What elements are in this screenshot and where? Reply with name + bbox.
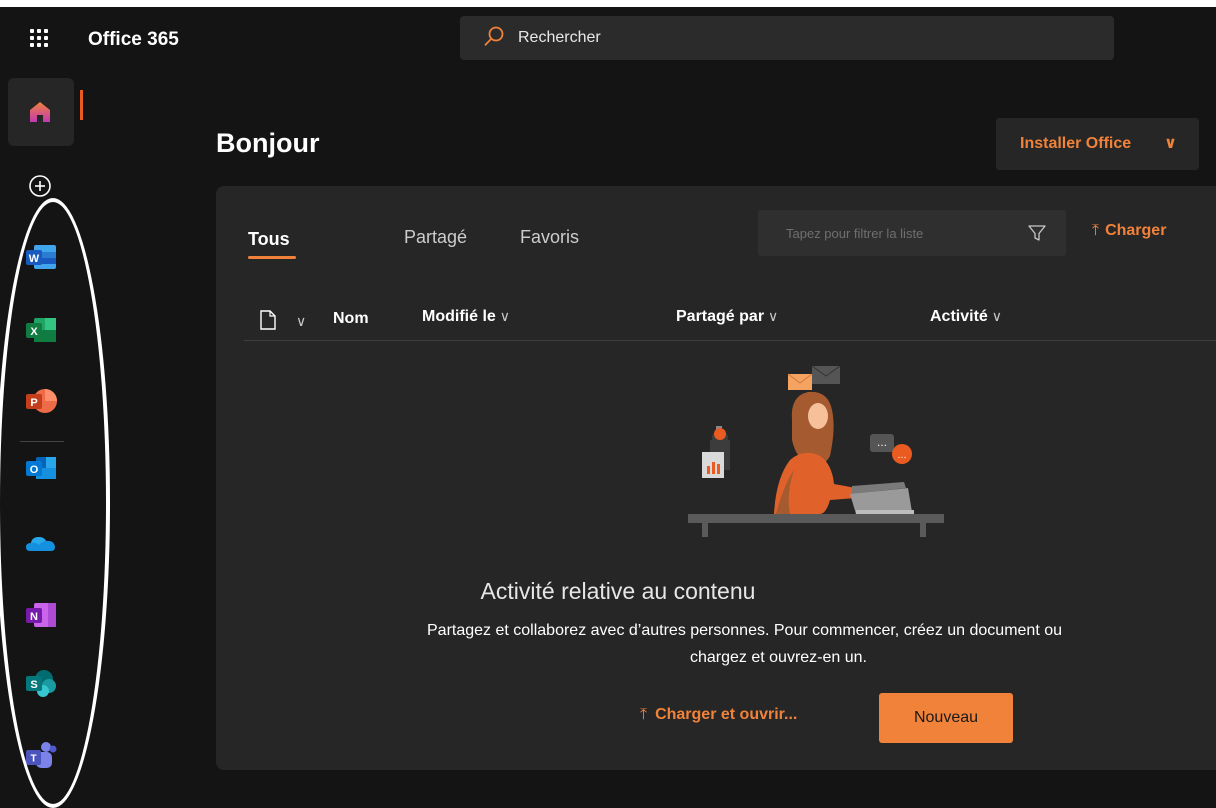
add-circle-icon[interactable] (28, 174, 52, 198)
upload-and-open-button[interactable]: ⤒ Charger et ouvrir... (640, 706, 797, 724)
filter-input[interactable]: Tapez pour filtrer la liste (758, 210, 1066, 256)
upload-and-open-label: Charger et ouvrir... (655, 706, 798, 723)
svg-text:P: P (30, 397, 37, 409)
onedrive-icon[interactable] (24, 529, 58, 559)
column-activity[interactable]: Activité ∨ (930, 308, 1002, 326)
outlook-icon[interactable]: O (24, 453, 58, 483)
svg-text:…: … (898, 451, 907, 461)
svg-text:N: N (30, 611, 38, 623)
header-divider (244, 340, 1216, 341)
upload-icon: ⤒ (1092, 222, 1100, 239)
search-icon (484, 26, 504, 46)
sharepoint-icon[interactable]: S (24, 668, 58, 698)
empty-state-text-line2: chargez et ouvrez-en un. (690, 649, 867, 666)
svg-text:S: S (30, 679, 37, 691)
search-placeholder: Rechercher (518, 29, 601, 46)
filter-icon[interactable] (1028, 224, 1046, 242)
empty-state-illustration: … … (688, 365, 944, 537)
rail-item-home[interactable] (8, 78, 74, 146)
chevron-down-icon[interactable]: ∨ (296, 313, 306, 330)
rail-divider (20, 441, 64, 442)
svg-text:T: T (30, 754, 36, 765)
column-activity-label: Activité (930, 308, 988, 325)
search-box[interactable]: Rechercher (460, 16, 1114, 60)
page-title: Bonjour (216, 128, 320, 158)
column-modified-label: Modifié le (422, 308, 496, 325)
top-border (0, 0, 1216, 7)
filter-placeholder: Tapez pour filtrer la liste (786, 226, 924, 241)
home-icon (30, 102, 50, 122)
upload-label: Charger (1105, 222, 1167, 239)
left-app-rail: W X P O N S T (0, 70, 80, 783)
chevron-down-icon: ∨ (499, 308, 511, 324)
column-name-label: Nom (333, 310, 369, 327)
empty-state-title-text: Activité relative au contenu (480, 578, 756, 604)
column-shared-by[interactable]: Partagé par ∨ (676, 308, 778, 326)
header-bar: Office 365 Rechercher (0, 7, 1216, 70)
excel-icon[interactable]: X (24, 315, 58, 345)
svg-text:W: W (29, 253, 40, 265)
column-name[interactable]: Nom (333, 310, 369, 328)
active-indicator (80, 90, 83, 120)
tab-favorites[interactable]: Favoris (520, 227, 579, 248)
new-document-button[interactable]: Nouveau (879, 693, 1013, 743)
teams-icon[interactable]: T (24, 740, 58, 770)
install-office-label: Installer Office (1020, 135, 1132, 152)
install-office-button[interactable]: Installer Office ∨ (996, 118, 1199, 170)
tab-all[interactable]: Tous (248, 229, 290, 250)
upload-button[interactable]: ⤒ Charger (1092, 222, 1166, 240)
column-modified[interactable]: Modifié le ∨ (422, 308, 510, 326)
empty-state-title: Activité relative au contenu (0, 578, 1216, 605)
word-icon[interactable]: W (24, 242, 58, 272)
app-launcher-icon[interactable] (30, 29, 48, 47)
upload-icon: ⤒ (640, 706, 648, 723)
svg-text:X: X (30, 326, 38, 338)
powerpoint-icon[interactable]: P (24, 386, 58, 416)
file-type-icon[interactable] (260, 310, 276, 330)
column-shared-by-label: Partagé par (676, 308, 765, 325)
svg-text:…: … (877, 438, 887, 449)
tab-shared[interactable]: Partagé (404, 227, 467, 248)
chevron-down-icon: ∨ (991, 308, 1003, 324)
chevron-down-icon: ∨ (1164, 135, 1177, 152)
svg-text:O: O (30, 464, 39, 476)
app-title[interactable]: Office 365 (88, 29, 179, 51)
tab-active-underline (248, 256, 296, 259)
empty-state-text-line1: Partagez et collaborez avec d’autres per… (427, 622, 1063, 639)
chevron-down-icon: ∨ (768, 308, 779, 324)
